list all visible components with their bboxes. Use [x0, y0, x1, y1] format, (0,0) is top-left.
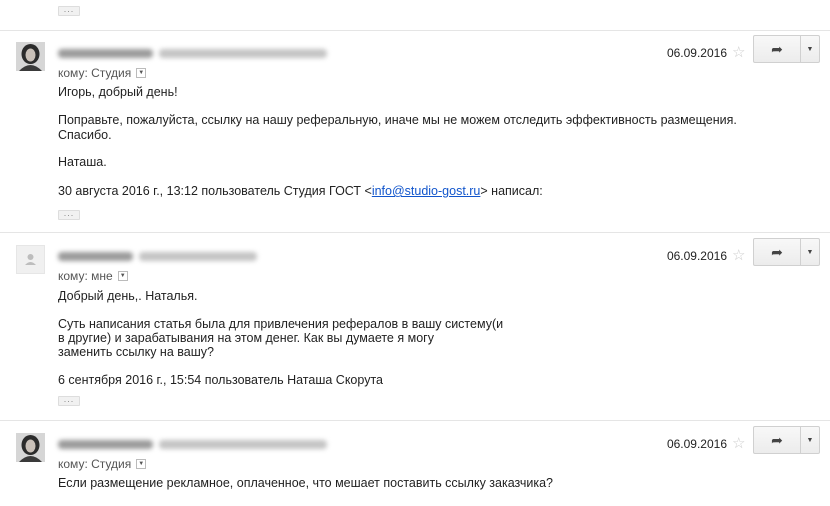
reply-button[interactable]: ➦: [754, 36, 801, 62]
reply-icon: ➦: [771, 431, 783, 448]
recipient-details-dropdown[interactable]: ▼: [136, 68, 147, 78]
reply-button-group: ➦ ▼: [753, 238, 820, 266]
sender-email-redacted: [139, 252, 257, 261]
body-line: Если размещение рекламное, оплаченное, ч…: [58, 476, 553, 490]
avatar-photo-icon: [16, 433, 45, 462]
recipient-line: кому: Студия ▼: [58, 457, 147, 471]
dropdown-arrow-icon: ▼: [806, 45, 814, 53]
reply-button-group: ➦ ▼: [753, 426, 820, 454]
quote-header-text: 30 августа 2016 г., 13:12 пользователь С…: [58, 184, 372, 198]
recipient-label: кому: Студия: [58, 457, 132, 471]
avatar-photo-icon: [16, 42, 45, 71]
message: кому: Студия ▼ 06.09.2016 ☆ ➦ ▼ Игорь, д…: [0, 35, 830, 227]
reply-button-group: ➦ ▼: [753, 35, 820, 63]
sender-name-redacted: [58, 49, 153, 58]
more-actions-button[interactable]: ▼: [801, 239, 819, 265]
default-avatar-icon: [25, 254, 36, 265]
message-date: 06.09.2016: [666, 46, 727, 60]
body-line: Поправьте, пожалуйста, ссылку на нашу ре…: [58, 113, 737, 127]
recipient-line: кому: мне ▼: [58, 269, 128, 283]
more-actions-button[interactable]: ▼: [801, 36, 819, 62]
body-line: Наташа.: [58, 155, 107, 169]
avatar: [16, 433, 45, 462]
show-trimmed-content-button[interactable]: ...: [58, 5, 80, 16]
message-divider: [0, 232, 830, 233]
message-divider: [0, 30, 830, 31]
body-line: Добрый день,. Наталья.: [58, 289, 198, 303]
dropdown-arrow-icon: ▼: [806, 248, 814, 256]
recipient-label: кому: мне: [58, 269, 113, 283]
message: кому: Студия ▼ 06.09.2016 ☆ ➦ ▼ Если раз…: [0, 426, 830, 506]
recipient-details-dropdown[interactable]: ▼: [136, 459, 147, 469]
reply-button[interactable]: ➦: [754, 427, 801, 453]
quote-header-suffix: > написал:: [480, 184, 543, 198]
recipient-details-dropdown[interactable]: ▼: [117, 271, 128, 281]
more-actions-button[interactable]: ▼: [801, 427, 819, 453]
quote-header: 6 сентября 2016 г., 15:54 пользователь Н…: [58, 373, 383, 387]
sender-info: [58, 249, 257, 263]
sender-info: [58, 46, 327, 60]
sender-email-redacted: [159, 440, 327, 449]
message-date: 06.09.2016: [666, 437, 727, 451]
recipient-line: кому: Студия ▼: [58, 66, 147, 80]
sender-info: [58, 437, 327, 451]
body-line: Спасибо.: [58, 128, 112, 142]
sender-name-redacted: [58, 440, 153, 449]
sender-name-redacted: [58, 252, 133, 261]
message-date: 06.09.2016: [666, 249, 727, 263]
reply-icon: ➦: [771, 40, 783, 57]
dropdown-arrow-icon: ▼: [806, 436, 814, 444]
quote-email-link[interactable]: info@studio-gost.ru: [372, 184, 481, 198]
reply-icon: ➦: [771, 243, 783, 260]
reply-button[interactable]: ➦: [754, 239, 801, 265]
star-icon[interactable]: ☆: [732, 43, 745, 61]
recipient-label: кому: Студия: [58, 66, 132, 80]
sender-email-redacted: [159, 49, 327, 58]
message-divider: [0, 420, 830, 421]
star-icon[interactable]: ☆: [732, 246, 745, 264]
quote-header: 30 августа 2016 г., 13:12 пользователь С…: [58, 183, 543, 199]
show-trimmed-content-button[interactable]: ...: [58, 209, 80, 220]
avatar: [16, 42, 45, 71]
body-line: заменить ссылку на вашу?: [58, 345, 214, 359]
avatar: [16, 245, 45, 274]
show-trimmed-content-button[interactable]: ...: [58, 395, 80, 406]
message: кому: мне ▼ 06.09.2016 ☆ ➦ ▼ Добрый день…: [0, 238, 830, 415]
star-icon[interactable]: ☆: [732, 434, 745, 452]
body-line: Игорь, добрый день!: [58, 85, 178, 99]
